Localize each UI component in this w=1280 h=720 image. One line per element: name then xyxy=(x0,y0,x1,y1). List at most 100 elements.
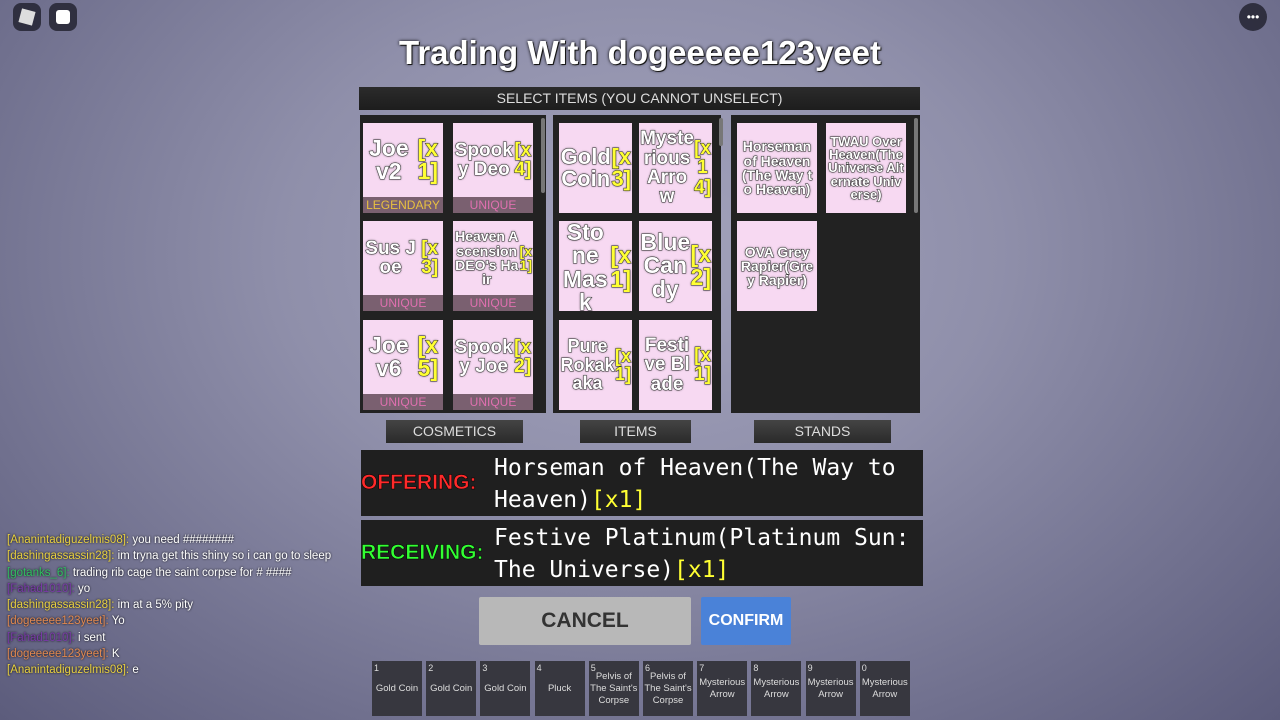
items-scrollbar[interactable] xyxy=(719,118,723,146)
chat-username[interactable]: [dogeeeee123yeet]: xyxy=(7,615,109,627)
hotbar-slot[interactable]: 9 Mysterious Arrow xyxy=(805,661,856,716)
hotbar-slot[interactable]: 0 Mysterious Arrow xyxy=(859,661,910,716)
roblox-logo-icon xyxy=(18,8,36,26)
receiving-label: RECEIVING: xyxy=(361,541,484,565)
roblox-menu-button[interactable] xyxy=(13,3,41,31)
items-panel[interactable]: Gold Coin [x3] Mysterious Arrow [x14] Stone … xyxy=(553,115,721,413)
chat-message: [Ananintadiguzelmis08]: e xyxy=(7,662,331,678)
trade-title: Trading With dogeeeee123yeet xyxy=(398,34,882,71)
slot-label: Gold Coin xyxy=(484,682,527,694)
item-qty: [x1] xyxy=(614,345,631,384)
item-name: Gold Coin [x3] xyxy=(559,123,632,213)
item-label: Horseman of Heaven(The Way to Heaven) xyxy=(741,138,813,198)
item-qty: [x14] xyxy=(694,137,712,198)
item-name: Pure Rokakaka [x1] xyxy=(559,320,632,410)
confirm-button[interactable]: CONFIRM xyxy=(701,597,791,645)
chat-username[interactable]: [Fahad1010]: xyxy=(7,632,75,644)
hotbar-slot[interactable]: 6 Pelvis of The Saint's Corpse xyxy=(643,661,693,716)
hotbar-slot[interactable]: 5 Pelvis of The Saint's Corpse xyxy=(588,661,639,716)
items-item[interactable]: Blue Candy [x2] xyxy=(639,221,712,311)
more-options-button[interactable]: ••• xyxy=(1239,3,1267,31)
items-item[interactable]: Stone Mask [x1] xyxy=(559,221,632,311)
items-item[interactable]: Mysterious Arrow [x14] xyxy=(639,123,712,213)
chat-username[interactable]: [dashingassassin28]: xyxy=(7,599,114,611)
items-item[interactable]: Festive Blade [x1] xyxy=(639,320,712,410)
stands-item[interactable]: Horseman of Heaven(The Way to Heaven) xyxy=(737,123,817,213)
chat-username[interactable]: [Ananintadiguzelmis08]: xyxy=(7,664,129,676)
hotbar-slot[interactable]: 1 Gold Coin xyxy=(372,661,422,716)
stands-item[interactable]: OVA Grey Rapier(Grey Rapier) xyxy=(737,221,817,311)
cosmetics-item[interactable]: Joe v2 [x1] LEGENDARY xyxy=(363,123,443,213)
item-label: Pure Rokakaka xyxy=(560,336,615,394)
chat-text: K xyxy=(111,648,120,661)
item-name: Heaven Ascension DEO's Hair [x1] xyxy=(453,221,533,295)
item-label: Mysterious Arrow xyxy=(640,128,695,208)
cancel-button[interactable]: CANCEL xyxy=(479,597,691,645)
chat-message: [Ananintadiguzelmis08]: you need #######… xyxy=(7,532,331,548)
chat-log: [Ananintadiguzelmis08]: you need #######… xyxy=(7,532,331,679)
item-label: Spooky Joe xyxy=(454,336,513,377)
cosmetics-scrollbar[interactable] xyxy=(541,118,545,193)
rarity-label: UNIQUE xyxy=(453,295,533,311)
chat-message: [dashingassassin28]: im at a 5% pity xyxy=(7,597,331,613)
slot-number: 6 xyxy=(645,663,651,673)
offering-qty: [x1] xyxy=(590,487,647,513)
receiving-value: Festive Platinum(Platinum Sun: The Unive… xyxy=(494,522,921,586)
rarity-label: UNIQUE xyxy=(453,394,533,410)
cosmetics-panel[interactable]: Joe v2 [x1] LEGENDARY Spooky Deo [x4] UNIQUE S… xyxy=(360,115,546,413)
item-name: Horseman of Heaven(The Way to Heaven) xyxy=(737,123,817,213)
chat-text: e xyxy=(132,664,139,677)
cosmetics-item[interactable]: Joe v6 [x5] UNIQUE xyxy=(363,320,443,410)
cosmetics-item[interactable]: Heaven Ascension DEO's Hair [x1] UNIQUE xyxy=(453,221,533,311)
receiving-qty: [x1] xyxy=(674,557,730,583)
chat-username[interactable]: [Ananintadiguzelmis08]: xyxy=(7,534,129,546)
item-qty: [x4] xyxy=(514,139,532,180)
item-label: Stone Mask xyxy=(562,221,608,311)
item-qty: [x5] xyxy=(417,331,439,381)
hotbar-slot[interactable]: 8 Mysterious Arrow xyxy=(751,661,802,716)
stands-item[interactable]: TWAU Over Heaven(The Universe Alternate … xyxy=(826,123,906,213)
tab-stands[interactable]: STANDS xyxy=(754,420,891,443)
item-qty: [x2] xyxy=(514,336,532,377)
tab-items[interactable]: ITEMS xyxy=(580,420,691,443)
item-name: Stone Mask [x1] xyxy=(559,221,632,311)
item-qty: [x3] xyxy=(421,237,439,278)
cosmetics-item[interactable]: Spooky Joe [x2] UNIQUE xyxy=(453,320,533,410)
chat-username[interactable]: [dashingassassin28]: xyxy=(7,550,114,562)
stands-scrollbar[interactable] xyxy=(914,118,918,213)
items-item[interactable]: Gold Coin [x3] xyxy=(559,123,632,213)
slot-number: 1 xyxy=(374,663,380,673)
rarity-label: LEGENDARY xyxy=(363,197,443,213)
hotbar-slot[interactable]: 7 Mysterious Arrow xyxy=(697,661,748,716)
slot-number: 9 xyxy=(807,663,813,673)
slot-label: Mysterious Arrow xyxy=(861,676,908,700)
item-name: OVA Grey Rapier(Grey Rapier) xyxy=(737,221,817,311)
item-label: Gold Coin xyxy=(560,143,611,191)
chat-username[interactable]: [Fahad1010]: xyxy=(7,583,75,595)
item-label: TWAU Over Heaven(The Universe Alternate … xyxy=(828,133,904,202)
slot-label: Gold Coin xyxy=(375,682,419,694)
item-label: Festive Blade xyxy=(644,334,690,395)
offering-label: OFFERING: xyxy=(361,471,477,495)
chat-text: yo xyxy=(77,582,91,595)
items-item[interactable]: Pure Rokakaka [x1] xyxy=(559,320,632,410)
offering-item: Horseman of Heaven(The Way to Heaven) xyxy=(494,455,896,513)
cosmetics-item[interactable]: Spooky Deo [x4] UNIQUE xyxy=(453,123,533,213)
item-name: Blue Candy [x2] xyxy=(639,221,712,311)
slot-label: Mysterious Arrow xyxy=(753,676,800,700)
item-label: Joe v2 xyxy=(369,134,410,184)
slot-number: 8 xyxy=(753,663,759,673)
slot-label: Pelvis of The Saint's Corpse xyxy=(590,670,638,706)
chat-message: [Fahad1010]: i sent xyxy=(7,630,331,646)
chat-toggle-button[interactable] xyxy=(49,3,77,31)
stands-panel[interactable]: Horseman of Heaven(The Way to Heaven) TWA… xyxy=(731,115,920,413)
hotbar-slot[interactable]: 2 Gold Coin xyxy=(426,661,477,716)
hotbar-slot[interactable]: 4 Pluck xyxy=(534,661,585,716)
chat-username[interactable]: [dogeeeee123yeet]: xyxy=(7,648,109,660)
chat-username[interactable]: [gotanks_6]: xyxy=(7,567,70,579)
item-qty: [x1] xyxy=(610,242,631,292)
item-name: TWAU Over Heaven(The Universe Alternate … xyxy=(826,123,906,213)
hotbar-slot[interactable]: 3 Gold Coin xyxy=(480,661,531,716)
cosmetics-item[interactable]: Sus Joe [x3] UNIQUE xyxy=(363,221,443,311)
tab-cosmetics[interactable]: COSMETICS xyxy=(386,420,523,443)
